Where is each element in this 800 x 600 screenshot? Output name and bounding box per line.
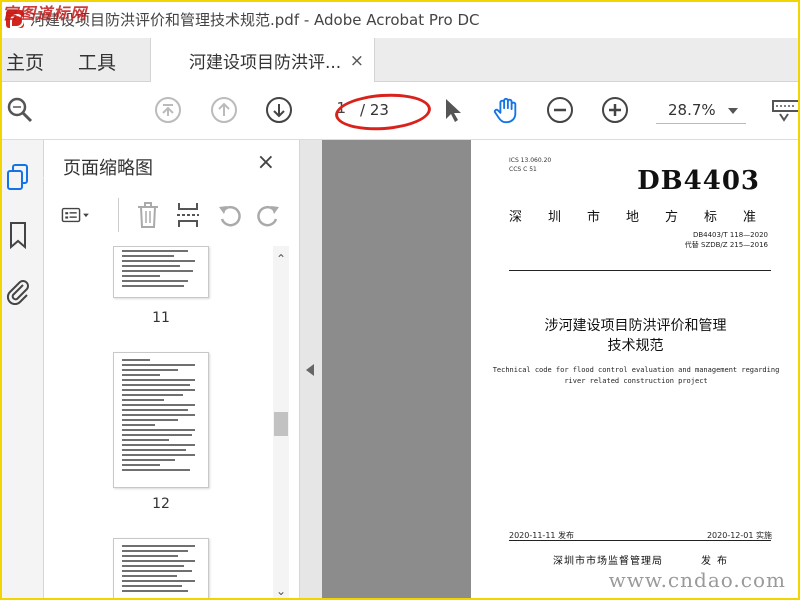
footer-rule	[509, 540, 771, 541]
select-cursor-icon[interactable]	[438, 96, 466, 124]
bookmark-icon[interactable]	[4, 220, 32, 250]
header-rule	[509, 270, 771, 271]
thumbnail-scrollbar[interactable]: ⌃ ⌄	[273, 246, 289, 600]
english-title: Technical code for flood control evaluat…	[492, 366, 780, 385]
insert-page-icon[interactable]	[173, 200, 203, 230]
attachment-icon[interactable]	[4, 276, 32, 306]
toolbar-separator	[118, 198, 119, 232]
tab-tools[interactable]: 工具	[78, 48, 116, 75]
chevron-down-icon	[728, 108, 738, 114]
keyboard-tool-icon[interactable]	[770, 96, 798, 124]
zoom-out-icon[interactable]	[546, 96, 574, 124]
search-icon[interactable]	[6, 96, 34, 124]
standard-number: DB4403/T 118—2020 代替 SZDB/Z 215—2016	[684, 231, 768, 249]
zoom-in-icon[interactable]	[601, 96, 629, 124]
scroll-up-icon[interactable]: ⌃	[276, 252, 286, 266]
page-thumbnails-icon[interactable]	[4, 162, 32, 192]
panel-title: 页面缩略图	[63, 158, 153, 179]
watermark-bottom: www.cndao.com	[608, 568, 786, 592]
red-annotation-ellipse	[333, 90, 433, 134]
rail-selection-arrow	[36, 170, 44, 186]
window-title: 河建设项目防洪评价和管理技术规范.pdf - Adobe Acrobat Pro…	[30, 10, 480, 29]
tab-bar: 主页 工具 河建设项目防洪评... ×	[0, 38, 800, 83]
page-thumbnail-11[interactable]	[113, 246, 209, 298]
pdf-page: ICS 13.060.20 CCS C 51 DB4403 深圳市地方标准 DB…	[471, 140, 800, 600]
toolbar: 1 / 23 28.7%	[0, 82, 800, 140]
thumbnail-options-icon[interactable]	[61, 200, 91, 230]
previous-page-icon[interactable]	[210, 96, 238, 124]
next-page-icon[interactable]	[265, 96, 293, 124]
zoom-dropdown[interactable]: 28.7%	[656, 98, 746, 124]
document-title: 涉河建设项目防洪评价和管理 技术规范	[544, 318, 727, 354]
delete-page-icon[interactable]	[133, 200, 163, 230]
ics-code: ICS 13.060.20 CCS C 51	[509, 157, 552, 173]
db-code: DB4403	[637, 166, 760, 196]
scroll-thumb[interactable]	[274, 412, 288, 436]
page-label-12: 12	[152, 496, 170, 512]
collapse-left-icon[interactable]	[306, 364, 314, 376]
panel-collapse-strip[interactable]	[300, 140, 322, 600]
hand-tool-icon[interactable]	[492, 96, 520, 124]
rotate-left-icon[interactable]	[215, 200, 245, 230]
panel-close-icon[interactable]: ×	[257, 150, 275, 175]
tab-home[interactable]: 主页	[6, 48, 44, 75]
page-thumbnail-12[interactable]	[113, 352, 209, 488]
scroll-down-icon[interactable]: ⌄	[276, 584, 286, 598]
first-page-icon[interactable]	[154, 96, 182, 124]
page-label-11: 11	[152, 310, 170, 326]
publish-word: 发布	[701, 556, 733, 567]
standard-type: 深圳市地方标准	[509, 210, 783, 225]
thumbnail-panel: 页面缩略图 × 11 12 ⌃ ⌄	[45, 140, 300, 600]
title-bar: 河建设项目防洪评价和管理技术规范.pdf - Adobe Acrobat Pro…	[0, 0, 800, 38]
navigation-rail	[0, 140, 44, 600]
page-thumbnail-13[interactable]	[113, 538, 209, 600]
issuer: 深圳市市场监督管理局	[553, 556, 663, 567]
zoom-value: 28.7%	[668, 101, 716, 119]
thumbnail-list: 11 12	[45, 246, 281, 600]
document-viewer[interactable]: ICS 13.060.20 CCS C 51 DB4403 深圳市地方标准 DB…	[322, 140, 800, 600]
panel-toolbar	[61, 196, 283, 236]
tab-document[interactable]: 河建设项目防洪评... ×	[150, 38, 375, 83]
watermark-top: 官图道标网	[2, 4, 88, 23]
rotate-right-icon[interactable]	[253, 200, 283, 230]
tab-close-icon[interactable]: ×	[350, 51, 364, 71]
document-tab-label: 河建设项目防洪评...	[189, 53, 342, 73]
